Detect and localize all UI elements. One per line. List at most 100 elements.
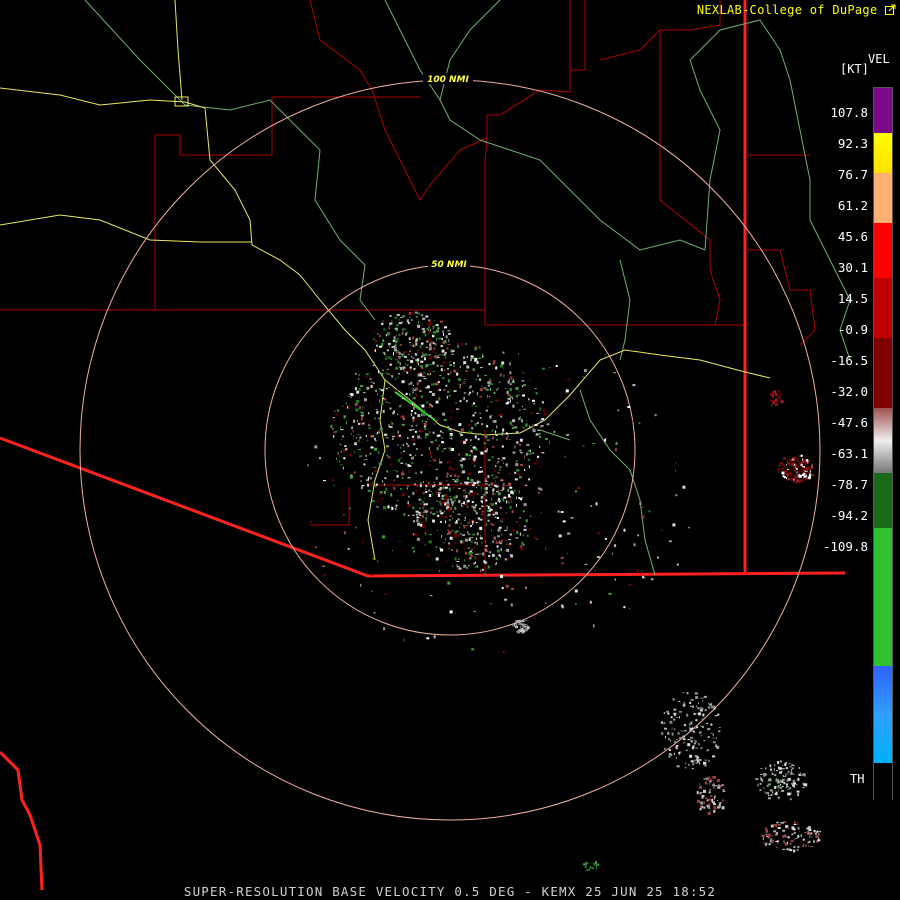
- echo-pixel: [495, 366, 498, 370]
- echo-pixel: [588, 868, 590, 871]
- echo-pixel: [421, 413, 423, 417]
- echo-pixel: [593, 862, 596, 865]
- echo-pixel: [712, 803, 715, 804]
- echo-pixel: [521, 620, 524, 623]
- echo-pixel: [495, 430, 497, 434]
- echo-pixel: [381, 394, 384, 397]
- echo-pixel: [644, 576, 646, 579]
- echo-pixel: [382, 397, 385, 399]
- echo-pixel: [385, 433, 388, 435]
- echo-pixel: [474, 565, 477, 568]
- echo-pixel: [791, 768, 793, 772]
- echo-pixel: [507, 557, 510, 561]
- echo-pixel: [442, 323, 444, 325]
- echo-pixel: [374, 447, 377, 451]
- echo-pixel: [755, 778, 759, 780]
- echo-pixel: [409, 366, 412, 369]
- echo-pixel: [432, 335, 434, 338]
- echo-pixel: [783, 782, 786, 785]
- echo-pixel: [370, 405, 372, 407]
- echo-pixel: [435, 382, 439, 386]
- echo-pixel: [713, 707, 716, 710]
- echo-pixel: [524, 625, 527, 627]
- echo-pixel: [385, 357, 388, 360]
- echo-pixel: [495, 504, 497, 506]
- echo-pixel: [395, 358, 397, 360]
- echo-pixel: [431, 458, 434, 460]
- echo-pixel: [365, 434, 367, 437]
- echo-pixel: [546, 423, 550, 426]
- echo-pixel: [461, 503, 463, 505]
- echo-pixel: [529, 397, 531, 400]
- echo-pixel: [369, 377, 373, 380]
- external-link-icon[interactable]: [885, 4, 896, 15]
- echo-pixel: [509, 388, 512, 392]
- echo-pixel: [810, 474, 814, 477]
- echo-pixel: [459, 384, 461, 386]
- echo-pixel: [353, 435, 355, 438]
- echo-pixel: [612, 552, 613, 555]
- echo-pixel: [437, 357, 440, 358]
- echo-pixel: [350, 432, 352, 435]
- echo-pixel: [371, 500, 375, 502]
- echo-pixel: [350, 393, 354, 397]
- echo-pixel: [389, 426, 393, 428]
- echo-pixel: [393, 336, 396, 340]
- echo-pixel: [667, 738, 670, 741]
- echo-pixel: [519, 532, 521, 536]
- echo-pixel: [333, 435, 335, 438]
- echo-pixel: [465, 551, 468, 555]
- echo-pixel: [412, 514, 415, 516]
- echo-pixel: [422, 420, 423, 423]
- echo-pixel: [415, 394, 419, 397]
- echo-pixel: [770, 764, 772, 768]
- echo-pixel: [764, 791, 766, 794]
- echo-pixel: [334, 409, 336, 412]
- echo-pixel: [470, 549, 473, 551]
- echo-pixel: [476, 392, 478, 396]
- echo-pixel: [781, 822, 784, 824]
- echo-pixel: [483, 461, 485, 463]
- echo-pixel: [708, 759, 710, 762]
- echo-pixel: [678, 752, 681, 754]
- echo-pixel: [388, 424, 390, 428]
- echo-pixel: [648, 510, 651, 513]
- echo-pixel: [372, 472, 373, 475]
- echo-pixel: [421, 328, 425, 331]
- echo-pixel: [484, 450, 488, 453]
- echo-pixel: [451, 468, 455, 471]
- echo-pixel: [428, 489, 431, 492]
- echo-pixel: [516, 431, 519, 434]
- echo-pixel: [808, 473, 811, 477]
- echo-pixel: [383, 483, 385, 486]
- echo-pixel: [428, 338, 431, 342]
- echo-pixel: [441, 349, 445, 353]
- echo-pixel: [718, 727, 721, 729]
- echo-pixel: [700, 697, 704, 699]
- echo-pixel: [669, 720, 673, 724]
- echo-pixel: [427, 554, 430, 557]
- echo-pixel: [704, 709, 707, 712]
- echo-pixel: [359, 406, 361, 410]
- echo-pixel: [615, 442, 618, 445]
- echo-pixel: [438, 482, 441, 484]
- echo-pixel: [398, 318, 400, 321]
- echo-pixel: [437, 492, 441, 494]
- echo-pixel: [443, 332, 444, 336]
- echo-pixel: [343, 415, 347, 417]
- echo-pixel: [399, 457, 402, 459]
- echo-pixel: [424, 357, 426, 361]
- echo-pixel: [447, 425, 450, 428]
- echo-pixel: [374, 417, 377, 420]
- echo-pixel: [349, 453, 352, 457]
- echo-pixel: [795, 784, 798, 786]
- echo-pixel: [400, 317, 403, 319]
- echo-pixel: [445, 384, 448, 387]
- echo-pixel: [412, 391, 414, 394]
- echo-pixel: [401, 315, 404, 317]
- echo-pixel: [512, 492, 515, 495]
- echo-pixel: [514, 478, 518, 481]
- echo-pixel: [704, 783, 708, 785]
- echo-pixel: [438, 569, 440, 572]
- echo-pixel: [439, 507, 441, 511]
